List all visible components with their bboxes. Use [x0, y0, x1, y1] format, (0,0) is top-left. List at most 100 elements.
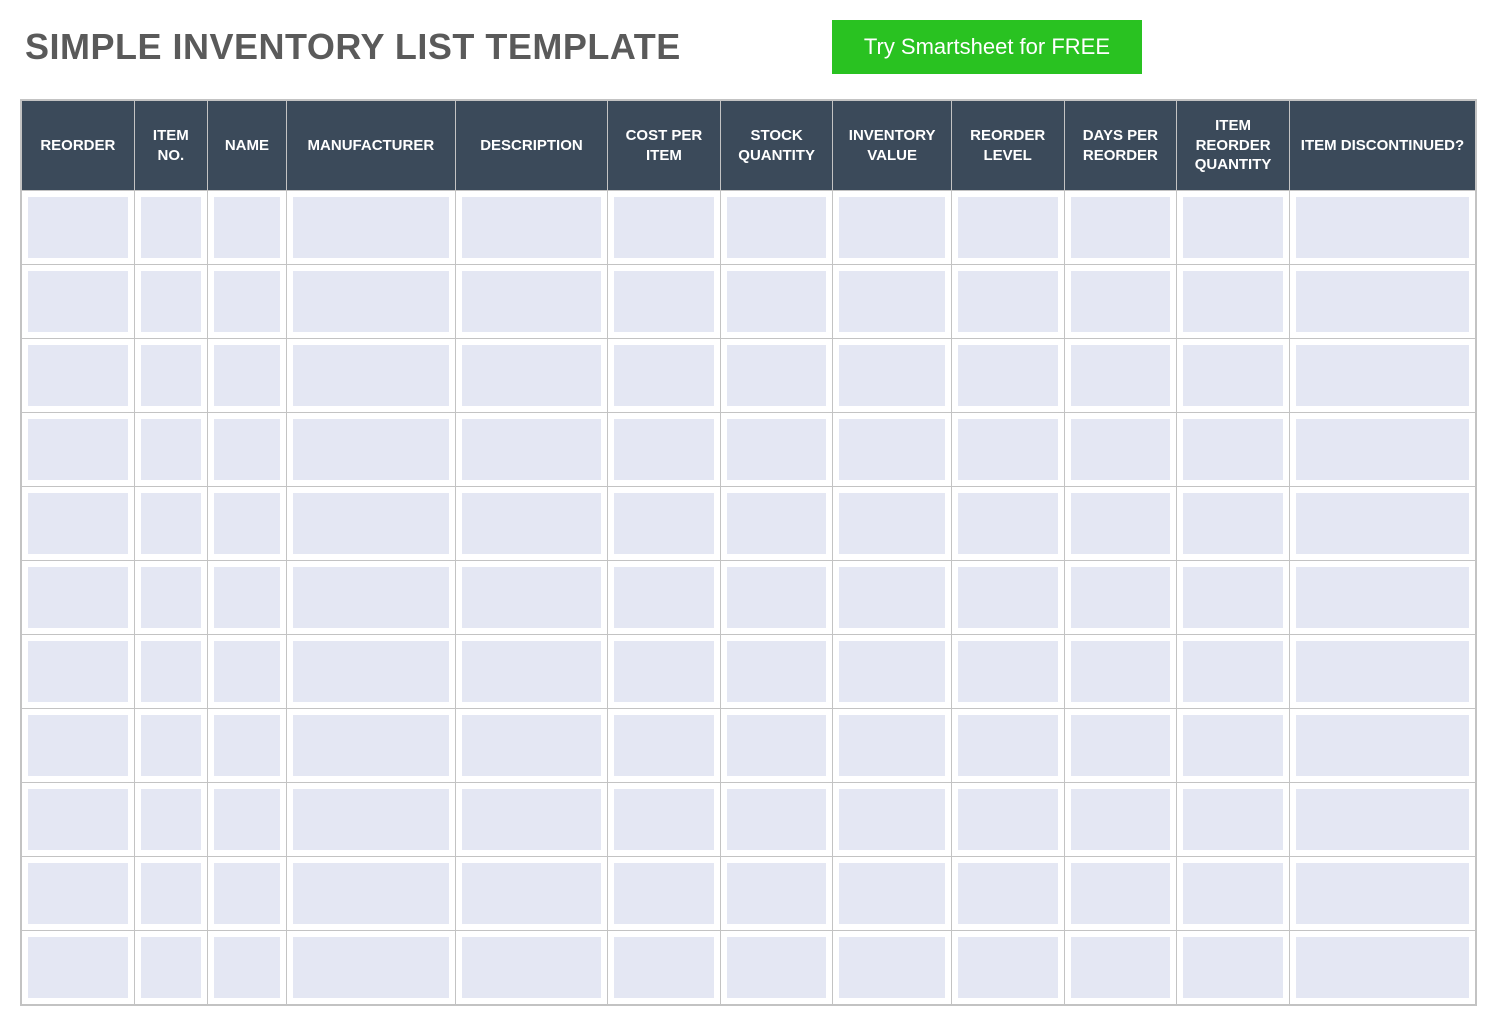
table-cell[interactable]	[455, 857, 607, 931]
table-cell[interactable]	[455, 561, 607, 635]
table-cell[interactable]	[207, 635, 286, 709]
table-cell[interactable]	[951, 191, 1064, 265]
table-cell[interactable]	[720, 783, 833, 857]
table-cell[interactable]	[207, 561, 286, 635]
table-cell[interactable]	[1289, 783, 1475, 857]
table-cell[interactable]	[833, 709, 951, 783]
table-cell[interactable]	[22, 783, 135, 857]
table-cell[interactable]	[455, 487, 607, 561]
table-cell[interactable]	[134, 783, 207, 857]
table-cell[interactable]	[1064, 413, 1177, 487]
table-cell[interactable]	[22, 339, 135, 413]
table-cell[interactable]	[1177, 413, 1290, 487]
table-cell[interactable]	[22, 487, 135, 561]
try-smartsheet-button[interactable]: Try Smartsheet for FREE	[832, 20, 1142, 74]
table-cell[interactable]	[1177, 265, 1290, 339]
table-cell[interactable]	[134, 931, 207, 1005]
table-cell[interactable]	[1289, 635, 1475, 709]
table-cell[interactable]	[608, 709, 721, 783]
table-cell[interactable]	[720, 487, 833, 561]
table-cell[interactable]	[22, 857, 135, 931]
table-cell[interactable]	[455, 413, 607, 487]
table-cell[interactable]	[207, 265, 286, 339]
table-cell[interactable]	[608, 487, 721, 561]
table-cell[interactable]	[134, 339, 207, 413]
table-cell[interactable]	[134, 857, 207, 931]
table-cell[interactable]	[22, 635, 135, 709]
table-cell[interactable]	[608, 561, 721, 635]
table-cell[interactable]	[1177, 339, 1290, 413]
table-cell[interactable]	[1289, 857, 1475, 931]
table-cell[interactable]	[455, 783, 607, 857]
table-cell[interactable]	[286, 413, 455, 487]
table-cell[interactable]	[286, 487, 455, 561]
table-cell[interactable]	[286, 339, 455, 413]
table-cell[interactable]	[22, 191, 135, 265]
table-cell[interactable]	[833, 413, 951, 487]
table-cell[interactable]	[1064, 635, 1177, 709]
table-cell[interactable]	[951, 413, 1064, 487]
table-cell[interactable]	[720, 339, 833, 413]
table-cell[interactable]	[134, 191, 207, 265]
table-cell[interactable]	[1177, 487, 1290, 561]
table-cell[interactable]	[1177, 931, 1290, 1005]
table-cell[interactable]	[134, 265, 207, 339]
table-cell[interactable]	[1177, 857, 1290, 931]
table-cell[interactable]	[286, 783, 455, 857]
table-cell[interactable]	[608, 339, 721, 413]
table-cell[interactable]	[134, 487, 207, 561]
table-cell[interactable]	[207, 339, 286, 413]
table-cell[interactable]	[22, 265, 135, 339]
table-cell[interactable]	[134, 709, 207, 783]
table-cell[interactable]	[951, 339, 1064, 413]
table-cell[interactable]	[608, 265, 721, 339]
table-cell[interactable]	[1289, 265, 1475, 339]
table-cell[interactable]	[833, 931, 951, 1005]
table-cell[interactable]	[720, 635, 833, 709]
table-cell[interactable]	[951, 561, 1064, 635]
table-cell[interactable]	[951, 709, 1064, 783]
table-cell[interactable]	[720, 931, 833, 1005]
table-cell[interactable]	[286, 265, 455, 339]
table-cell[interactable]	[455, 339, 607, 413]
table-cell[interactable]	[720, 561, 833, 635]
table-cell[interactable]	[134, 635, 207, 709]
table-cell[interactable]	[22, 931, 135, 1005]
table-cell[interactable]	[1064, 265, 1177, 339]
table-cell[interactable]	[608, 635, 721, 709]
table-cell[interactable]	[22, 709, 135, 783]
table-cell[interactable]	[951, 487, 1064, 561]
table-cell[interactable]	[720, 265, 833, 339]
table-cell[interactable]	[207, 413, 286, 487]
table-cell[interactable]	[720, 413, 833, 487]
table-cell[interactable]	[22, 413, 135, 487]
table-cell[interactable]	[833, 265, 951, 339]
table-cell[interactable]	[1064, 931, 1177, 1005]
table-cell[interactable]	[1177, 191, 1290, 265]
table-cell[interactable]	[1177, 561, 1290, 635]
table-cell[interactable]	[951, 635, 1064, 709]
table-cell[interactable]	[207, 709, 286, 783]
table-cell[interactable]	[1289, 931, 1475, 1005]
table-cell[interactable]	[1064, 339, 1177, 413]
table-cell[interactable]	[1289, 191, 1475, 265]
table-cell[interactable]	[1289, 487, 1475, 561]
table-cell[interactable]	[22, 561, 135, 635]
table-cell[interactable]	[833, 635, 951, 709]
table-cell[interactable]	[286, 635, 455, 709]
table-cell[interactable]	[286, 561, 455, 635]
table-cell[interactable]	[1289, 413, 1475, 487]
table-cell[interactable]	[951, 857, 1064, 931]
table-cell[interactable]	[207, 931, 286, 1005]
table-cell[interactable]	[455, 709, 607, 783]
table-cell[interactable]	[207, 857, 286, 931]
table-cell[interactable]	[455, 191, 607, 265]
table-cell[interactable]	[833, 857, 951, 931]
table-cell[interactable]	[455, 635, 607, 709]
table-cell[interactable]	[951, 931, 1064, 1005]
table-cell[interactable]	[608, 191, 721, 265]
table-cell[interactable]	[1177, 709, 1290, 783]
table-cell[interactable]	[134, 413, 207, 487]
table-cell[interactable]	[286, 931, 455, 1005]
table-cell[interactable]	[455, 265, 607, 339]
